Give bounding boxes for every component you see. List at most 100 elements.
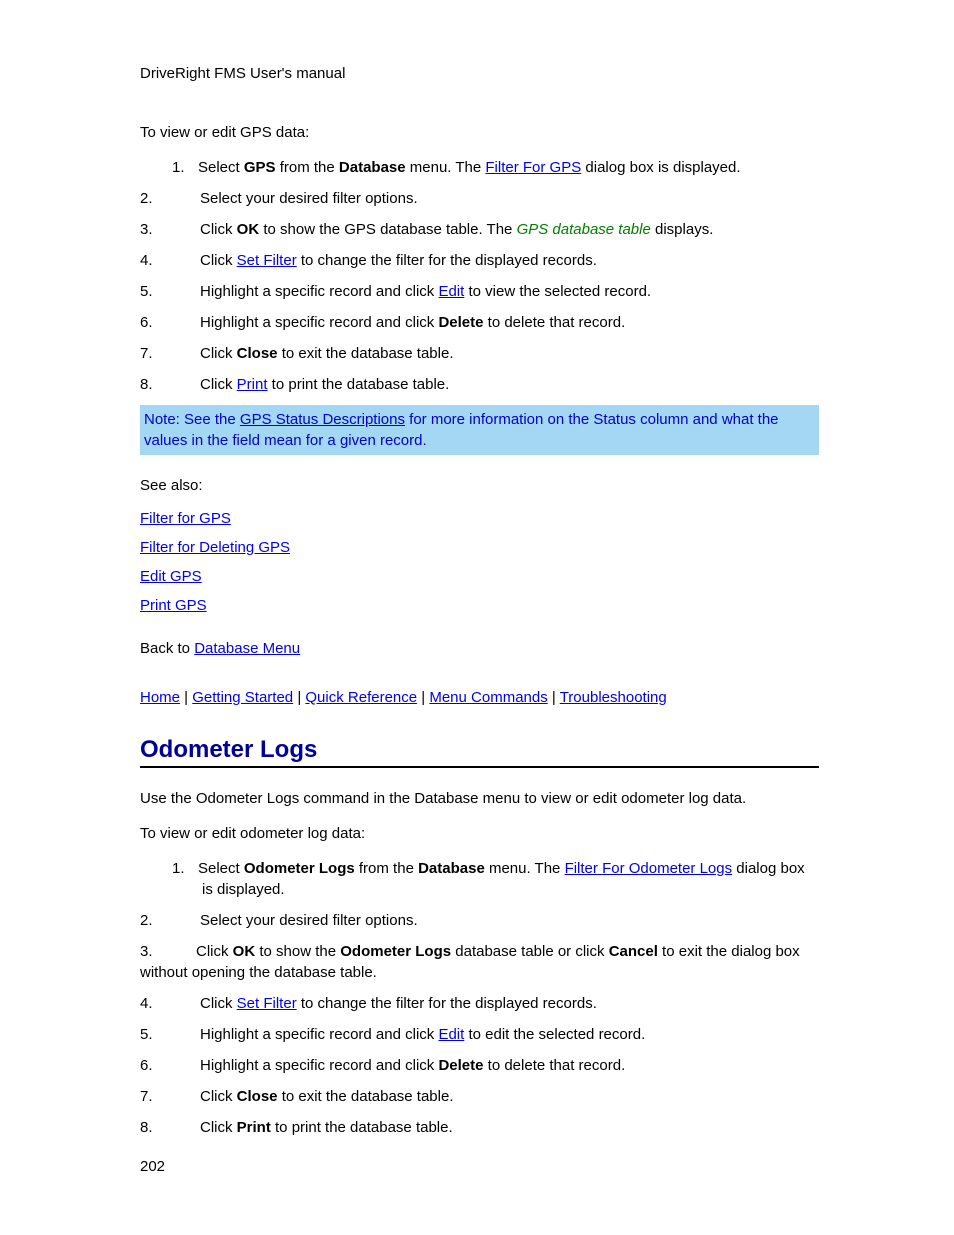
bold-text: Database bbox=[339, 159, 406, 176]
set-filter-link[interactable]: Set Filter bbox=[237, 995, 297, 1012]
gps-step-5: 5.Highlight a specific record and click … bbox=[140, 281, 819, 302]
odo-step-8: 8.Click Print to print the database tabl… bbox=[140, 1117, 819, 1138]
database-menu-link[interactable]: Database Menu bbox=[194, 640, 300, 657]
gps-step-8: 8.Click Print to print the database tabl… bbox=[140, 374, 819, 395]
step-number: 4. bbox=[140, 993, 200, 1014]
text: to print the database table. bbox=[268, 376, 450, 393]
odometer-logs-heading: Odometer Logs bbox=[140, 736, 819, 768]
filter-for-deleting-gps-link[interactable]: Filter for Deleting GPS bbox=[140, 539, 819, 556]
text: Highlight a specific record and click bbox=[200, 283, 438, 300]
bold-text: Delete bbox=[438, 314, 483, 331]
text: to exit the database table. bbox=[278, 345, 454, 362]
text: to delete that record. bbox=[483, 1057, 625, 1074]
odo-lead: To view or edit odometer log data: bbox=[140, 823, 819, 844]
separator: | bbox=[417, 689, 429, 706]
getting-started-link[interactable]: Getting Started bbox=[192, 689, 293, 706]
text: Select your desired filter options. bbox=[200, 190, 418, 207]
bold-text: Close bbox=[237, 1088, 278, 1105]
text: Highlight a specific record and click bbox=[200, 1026, 438, 1043]
text: Highlight a specific record and click bbox=[200, 1057, 438, 1074]
step-number: 6. bbox=[140, 312, 200, 333]
text: to exit the database table. bbox=[278, 1088, 454, 1105]
text: to show the bbox=[255, 943, 340, 960]
gps-step-2: 2.Select your desired filter options. bbox=[140, 188, 819, 209]
step-number: 2. bbox=[140, 910, 200, 931]
step-number: 5. bbox=[140, 1024, 200, 1045]
step-number: 3. bbox=[140, 219, 200, 240]
set-filter-link[interactable]: Set Filter bbox=[237, 252, 297, 269]
see-also-list: Filter for GPS Filter for Deleting GPS E… bbox=[140, 510, 819, 614]
bold-text: OK bbox=[233, 943, 256, 960]
text: Click bbox=[200, 252, 237, 269]
text: displays. bbox=[651, 221, 714, 238]
document-page: DriveRight FMS User's manual To view or … bbox=[0, 0, 954, 1235]
text: Click bbox=[200, 345, 237, 362]
bold-text: Odometer Logs bbox=[244, 860, 355, 877]
text: dialog box is displayed. bbox=[581, 159, 740, 176]
print-link[interactable]: Print bbox=[237, 376, 268, 393]
separator: | bbox=[548, 689, 560, 706]
text: database table or click bbox=[451, 943, 609, 960]
odo-step-5: 5.Highlight a specific record and click … bbox=[140, 1024, 819, 1045]
gps-step-7: 7.Click Close to exit the database table… bbox=[140, 343, 819, 364]
text: to change the filter for the displayed r… bbox=[297, 995, 597, 1012]
text: Back to bbox=[140, 640, 194, 657]
bold-text: Database bbox=[418, 860, 485, 877]
text: to edit the selected record. bbox=[464, 1026, 645, 1043]
filter-for-gps-link[interactable]: Filter For GPS bbox=[485, 159, 581, 176]
text: to change the filter for the displayed r… bbox=[297, 252, 597, 269]
odo-step-1: 1.Select Odometer Logs from the Database… bbox=[140, 858, 819, 900]
bold-text: OK bbox=[237, 221, 260, 238]
menu-commands-link[interactable]: Menu Commands bbox=[429, 689, 547, 706]
step-number: 1. bbox=[172, 157, 198, 178]
text: menu. The bbox=[485, 860, 565, 877]
gps-step-4: 4.Click Set Filter to change the filter … bbox=[140, 250, 819, 271]
text: from the bbox=[276, 159, 339, 176]
step-number: 8. bbox=[140, 374, 200, 395]
step-number: 1. bbox=[172, 858, 198, 879]
odo-step-4: 4.Click Set Filter to change the filter … bbox=[140, 993, 819, 1014]
troubleshooting-link[interactable]: Troubleshooting bbox=[560, 689, 667, 706]
text: Select bbox=[198, 159, 244, 176]
text: from the bbox=[355, 860, 418, 877]
text: Select your desired filter options. bbox=[200, 912, 418, 929]
home-link[interactable]: Home bbox=[140, 689, 180, 706]
filter-for-gps-link[interactable]: Filter for GPS bbox=[140, 510, 819, 527]
back-to-line: Back to Database Menu bbox=[140, 638, 819, 659]
italic-green-text: GPS database table bbox=[517, 221, 651, 238]
edit-link[interactable]: Edit bbox=[438, 1026, 464, 1043]
odo-intro: Use the Odometer Logs command in the Dat… bbox=[140, 788, 819, 809]
separator: | bbox=[180, 689, 192, 706]
bold-text: Close bbox=[237, 345, 278, 362]
separator: | bbox=[293, 689, 305, 706]
text: Select bbox=[198, 860, 244, 877]
text: Click bbox=[200, 995, 237, 1012]
text: Click bbox=[200, 1119, 237, 1136]
odo-step-3: 3.Click OK to show the Odometer Logs dat… bbox=[140, 941, 819, 983]
step-number: 3. bbox=[140, 941, 196, 962]
step-number: 4. bbox=[140, 250, 200, 271]
text: Highlight a specific record and click bbox=[200, 314, 438, 331]
edit-gps-link[interactable]: Edit GPS bbox=[140, 568, 819, 585]
step-number: 7. bbox=[140, 343, 200, 364]
gps-step-6: 6.Highlight a specific record and click … bbox=[140, 312, 819, 333]
bold-text: Print bbox=[237, 1119, 271, 1136]
page-number: 202 bbox=[140, 1158, 165, 1175]
filter-for-odometer-logs-link[interactable]: Filter For Odometer Logs bbox=[565, 860, 733, 877]
bold-text: Delete bbox=[438, 1057, 483, 1074]
step-number: 6. bbox=[140, 1055, 200, 1076]
odo-step-2: 2.Select your desired filter options. bbox=[140, 910, 819, 931]
text: Click bbox=[196, 943, 233, 960]
note-box: Note: See the GPS Status Descriptions fo… bbox=[140, 405, 819, 455]
text: to print the database table. bbox=[271, 1119, 453, 1136]
odo-step-6: 6.Highlight a specific record and click … bbox=[140, 1055, 819, 1076]
gps-status-descriptions-link[interactable]: GPS Status Descriptions bbox=[240, 411, 405, 428]
gps-step-1: 1.Select GPS from the Database menu. The… bbox=[140, 157, 819, 178]
gps-step-3: 3.Click OK to show the GPS database tabl… bbox=[140, 219, 819, 240]
print-gps-link[interactable]: Print GPS bbox=[140, 597, 819, 614]
step-number: 7. bbox=[140, 1086, 200, 1107]
bold-text: Cancel bbox=[609, 943, 658, 960]
quick-reference-link[interactable]: Quick Reference bbox=[305, 689, 417, 706]
step-number: 8. bbox=[140, 1117, 200, 1138]
edit-link[interactable]: Edit bbox=[438, 283, 464, 300]
